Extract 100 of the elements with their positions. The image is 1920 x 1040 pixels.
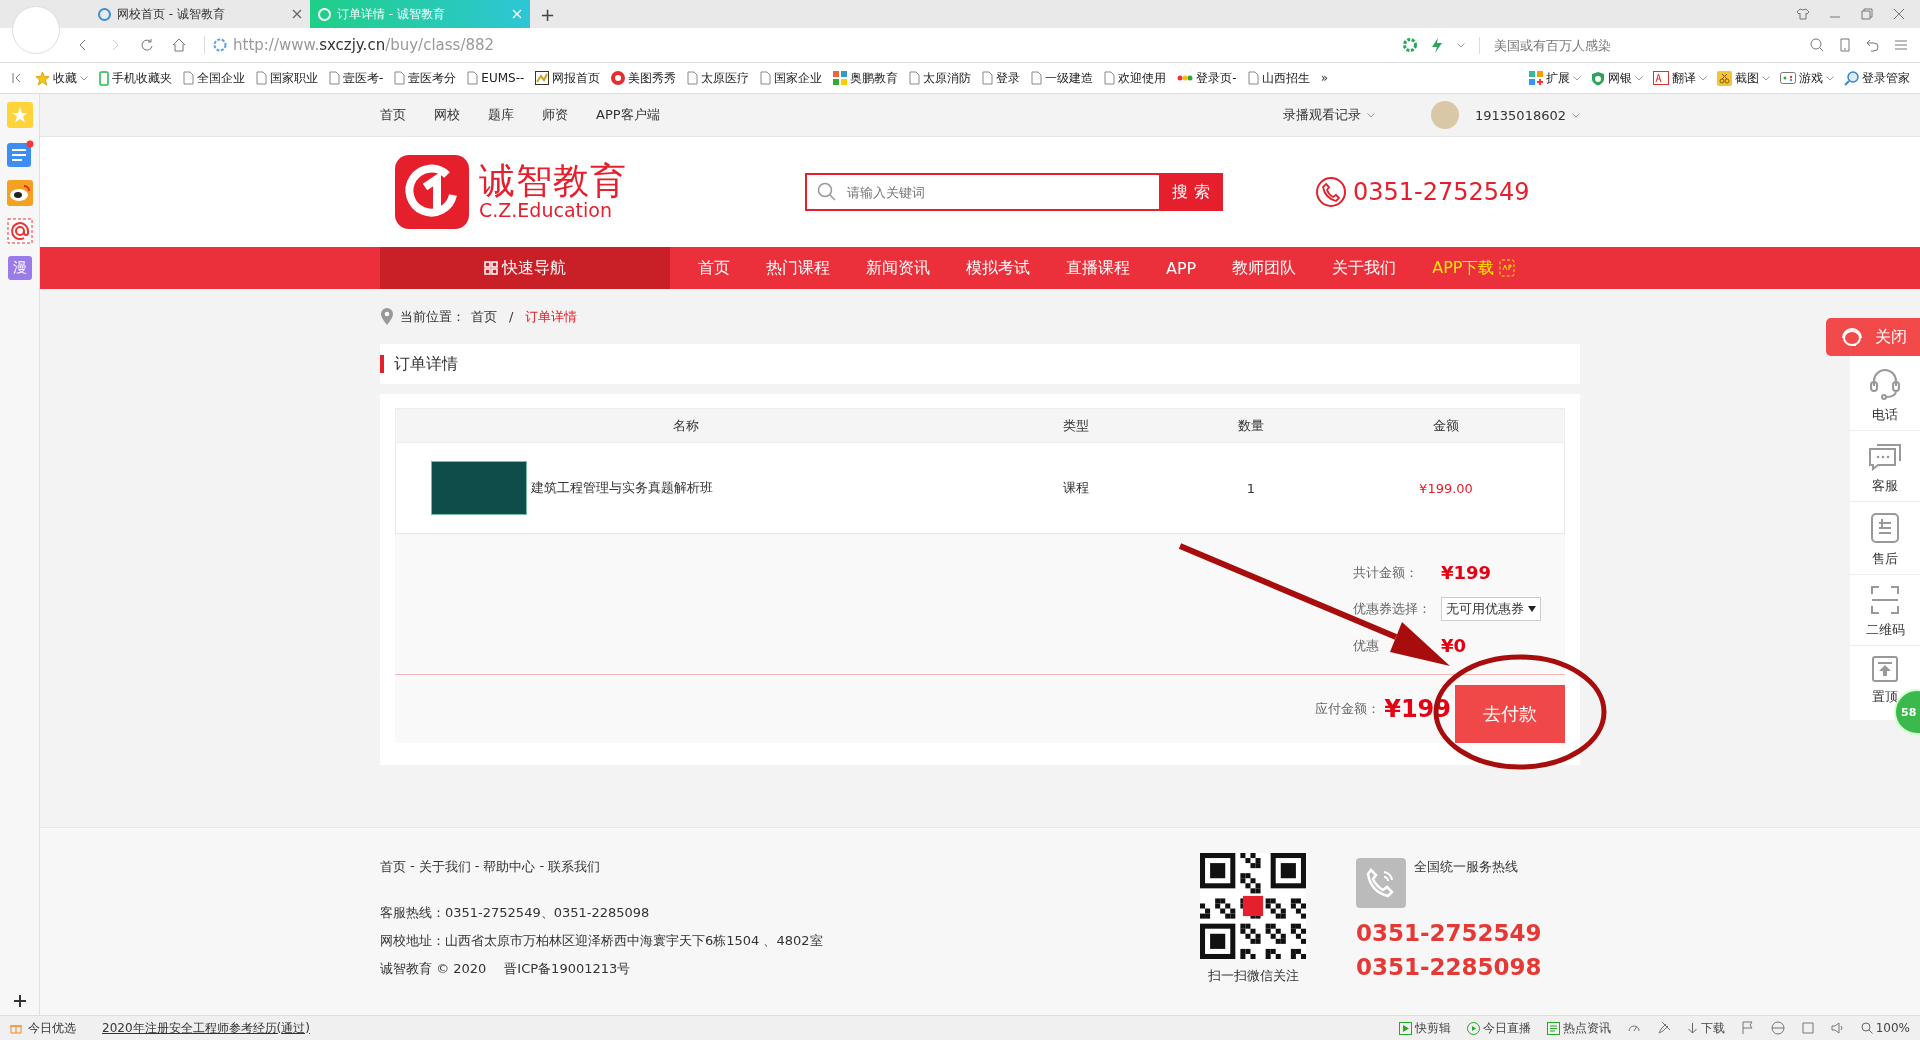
menu-icon[interactable] (1894, 38, 1908, 52)
reload-icon[interactable] (140, 38, 154, 52)
breadcrumb-link[interactable]: 订单详情 (525, 307, 578, 326)
news-icon (1546, 1021, 1560, 1035)
eye-icon[interactable] (6, 180, 33, 206)
bookmark-item[interactable]: 国家职业 (256, 69, 318, 87)
toolbar-item[interactable]: 游戏 (1780, 69, 1834, 87)
nav-link[interactable]: 关于我们 (1314, 257, 1415, 279)
bookmark-item[interactable]: 欢迎使用 (1104, 69, 1167, 87)
link-separator: - (539, 858, 545, 875)
speaker-icon[interactable] (1830, 1021, 1845, 1035)
close-button[interactable]: 关闭 (1826, 318, 1920, 356)
add-icon[interactable] (13, 995, 26, 1007)
bookmark-item[interactable]: 手机收藏夹 (99, 69, 172, 87)
status-item[interactable]: 快剪辑 (1398, 1019, 1451, 1037)
top-link[interactable]: 网校 (434, 106, 460, 124)
status-item[interactable]: 今日直播 (1466, 1019, 1531, 1037)
nav-link[interactable]: 教师团队 (1214, 257, 1315, 279)
footer-link[interactable]: 关于我们 (418, 858, 471, 876)
breadcrumb-link[interactable]: 首页 (471, 307, 497, 326)
toolbar-item[interactable]: 网银 (1591, 69, 1643, 87)
nav-link[interactable]: 首页 (680, 257, 748, 279)
pay-button[interactable]: 去付款 (1455, 685, 1565, 743)
bookmark-item[interactable]: 收藏 (35, 69, 88, 87)
coupon-select[interactable]: 无可用优惠券 (1441, 597, 1541, 621)
history-link[interactable]: 录播观看记录 (1283, 106, 1361, 124)
status-item[interactable]: 下载 (1686, 1019, 1725, 1037)
window-icon[interactable] (1800, 1021, 1815, 1035)
bookmark-item[interactable]: 国家企业 (760, 69, 823, 87)
close-icon[interactable] (1892, 7, 1906, 21)
footer-text: 客服热线：0351-2752549、0351-2285098 (380, 904, 651, 922)
bookmark-item[interactable]: 一级建造 (1031, 69, 1094, 87)
news-link[interactable]: 2020年注册安全工程师参考经历(通过) (102, 1019, 310, 1037)
download-icon (1686, 1021, 1698, 1035)
icp-text[interactable]: 晋ICP备19001213号 (504, 960, 631, 978)
bookmark-item[interactable]: 登录页- (1177, 69, 1237, 87)
bookmark-item[interactable]: 壹医考分 (394, 69, 457, 87)
quick-nav-button[interactable]: 快速导航 (380, 247, 670, 289)
footer-link[interactable]: 首页 (380, 858, 406, 876)
page-icon (1247, 71, 1259, 85)
top-link[interactable]: 题库 (488, 106, 514, 124)
bookmark-item[interactable]: 太原消防 (909, 69, 972, 87)
user-account[interactable]: 19135018602 (1475, 107, 1566, 123)
status-item[interactable]: 热点资讯 (1546, 1019, 1611, 1037)
status-item[interactable]: 今日优选 (28, 1019, 76, 1037)
browser-icon[interactable] (1770, 1021, 1785, 1035)
top-link[interactable]: 首页 (380, 106, 406, 124)
nav-link[interactable]: APP (1148, 257, 1215, 279)
browser-tab[interactable]: 网校首页 - 诚智教育 (90, 0, 310, 28)
nav-link[interactable]: 直播课程 (1048, 257, 1148, 279)
nav-link[interactable]: 新闻资讯 (848, 257, 948, 279)
bookmark-item[interactable]: 太原医疗 (687, 69, 750, 87)
close-icon[interactable] (292, 9, 302, 19)
bookmark-item[interactable]: 登录 (982, 69, 1021, 87)
footer-link[interactable]: 帮助中心 (483, 858, 536, 876)
toolbar-item[interactable]: 扩展 (1529, 69, 1581, 87)
nav-link[interactable]: 热门课程 (748, 257, 848, 279)
new-tab-button[interactable]: + (530, 0, 566, 28)
undo-icon[interactable] (1866, 38, 1880, 52)
shirt-icon[interactable] (1796, 7, 1810, 21)
list-icon[interactable] (5, 140, 34, 168)
bookmark-item[interactable]: 奥鹏教育 (833, 69, 899, 87)
bookmark-item[interactable]: 全国企业 (183, 69, 245, 87)
bookmark-item[interactable]: 壹医考- (329, 69, 384, 87)
phone-icon[interactable] (1838, 38, 1852, 52)
top-link[interactable]: APP客户端 (596, 106, 660, 124)
search-icon[interactable] (1810, 38, 1824, 52)
column-header: 金额 (1432, 416, 1460, 435)
side-panel-item[interactable]: 售后 (1850, 502, 1920, 575)
badge-icon (611, 71, 626, 85)
more-bookmarks-button[interactable]: » (1320, 71, 1329, 85)
toolbar-item[interactable]: 登录管家 (1844, 69, 1910, 87)
footer-link[interactable]: 联系我们 (548, 858, 601, 876)
site-search-field[interactable]: 请输入关键词 (805, 173, 1159, 211)
page-icon (760, 71, 772, 85)
bookmark-item[interactable]: 美图秀秀 (611, 69, 677, 87)
lightning-icon[interactable] (1431, 37, 1443, 53)
side-panel-item[interactable]: 电话 (1850, 356, 1920, 431)
logo-icon[interactable] (395, 155, 469, 229)
top-link[interactable]: 师资 (542, 106, 568, 124)
home-icon[interactable] (172, 38, 186, 52)
nav-link[interactable]: 模拟考试 (948, 257, 1048, 279)
side-panel-item[interactable]: 客服 (1850, 431, 1920, 502)
hotline-number: 0351-2752549 (1356, 919, 1542, 948)
restore-icon[interactable] (1860, 7, 1874, 21)
at-sign-icon[interactable] (6, 218, 33, 244)
toolbar-item[interactable]: 截图 (1717, 69, 1770, 87)
pin-icon[interactable] (1656, 1021, 1671, 1035)
page-icon (329, 71, 340, 85)
bookmark-item[interactable]: EUMS-- (467, 71, 525, 85)
headset-icon (1839, 325, 1865, 349)
search-icon (817, 182, 837, 202)
shutter-icon[interactable] (1403, 38, 1417, 52)
toolbar-item[interactable]: 翻译 (1653, 69, 1707, 87)
bookmark-item[interactable]: 山西招生 (1247, 69, 1310, 87)
search-button[interactable]: 搜 索 (1159, 173, 1223, 211)
side-panel-item[interactable]: 二维码 (1850, 575, 1920, 646)
bookmark-item[interactable]: 网报首页 (535, 69, 601, 87)
status-item[interactable]: 100% (1860, 1021, 1910, 1035)
flag-icon[interactable] (1740, 1021, 1755, 1035)
